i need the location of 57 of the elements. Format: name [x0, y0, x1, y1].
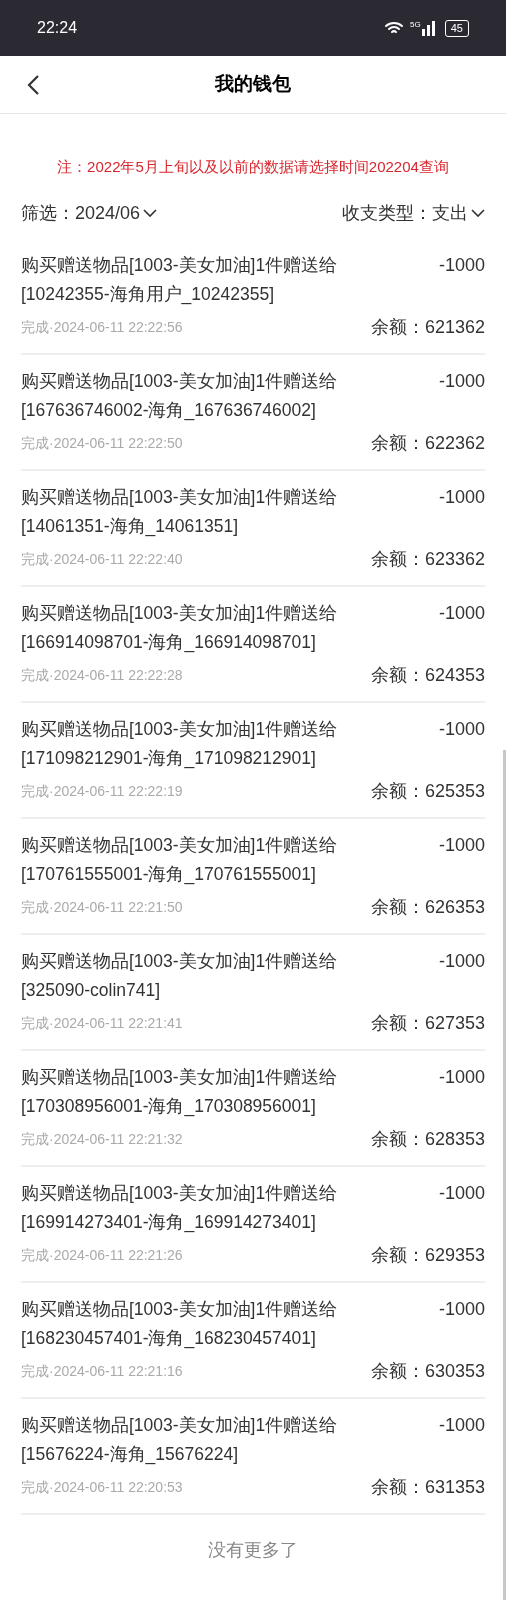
transaction-amount: -1000 — [438, 485, 485, 509]
notice-text: 注：2022年5月上旬以及以前的数据请选择时间202204查询 — [57, 157, 449, 177]
transaction-amount: -1000 — [438, 833, 485, 857]
balance-text: 余额：621362 — [370, 315, 485, 339]
transaction-description: 购买赠送物品[1003-美女加油]1件赠送给[168230457401-海角_168230457401] — [21, 1297, 339, 1351]
transaction-amount: -1000 — [438, 717, 485, 741]
transaction-description: 购买赠送物品[1003-美女加油]1件赠送给[171098212901-海角_171098212901] — [21, 717, 339, 771]
transaction-amount: -1000 — [438, 601, 485, 625]
signal-icon — [421, 20, 436, 36]
transaction-amount: -1000 — [438, 1297, 485, 1321]
transaction-amount: -1000 — [438, 1413, 485, 1437]
balance-text: 余额：626353 — [370, 895, 485, 919]
balance-text: 余额：627353 — [370, 1011, 485, 1035]
transaction-description: 购买赠送物品[1003-美女加油]1件赠送给[10242355-海角用户_10242355] — [21, 253, 339, 307]
transaction-time: 完成·2024-06-11 22:22:50 — [21, 433, 183, 453]
transaction-time: 完成·2024-06-11 22:21:16 — [21, 1361, 183, 1381]
balance-text: 余额：622362 — [370, 431, 485, 455]
transaction-description: 购买赠送物品[1003-美女加油]1件赠送给[15676224-海角_15676224] — [21, 1413, 339, 1467]
page-title: 我的钱包 — [215, 72, 291, 97]
transaction-amount: -1000 — [438, 369, 485, 393]
balance-text: 余额：628353 — [370, 1127, 485, 1151]
transaction-time: 完成·2024-06-11 22:22:56 — [21, 317, 183, 337]
wifi-icon — [384, 20, 405, 36]
transaction-description: 购买赠送物品[1003-美女加油]1件赠送给[170308956001-海角_170308956001] — [21, 1065, 339, 1119]
back-icon[interactable] — [26, 73, 40, 96]
transaction-description: 购买赠送物品[1003-美女加油]1件赠送给[167636746002-海角_167636746002] — [21, 369, 339, 423]
transaction-description: 购买赠送物品[1003-美女加油]1件赠送给[325090-colin741] — [21, 949, 339, 1002]
balance-text: 余额：623362 — [370, 547, 485, 571]
transaction-description: 购买赠送物品[1003-美女加油]1件赠送给[170761555001-海角_170761555001] — [21, 833, 339, 887]
battery-indicator: 45 — [444, 19, 469, 37]
chevron-down-icon — [143, 209, 158, 218]
end-of-list-text: 没有更多了 — [208, 1538, 298, 1562]
transaction-time: 完成·2024-06-11 22:22:28 — [21, 665, 183, 685]
balance-text: 余额：624353 — [370, 663, 485, 687]
transaction-amount: -1000 — [438, 1181, 485, 1205]
transaction-time: 完成·2024-06-11 22:22:19 — [21, 781, 183, 801]
balance-text: 余额：629353 — [370, 1243, 485, 1267]
balance-text: 余额：625353 — [370, 779, 485, 803]
transaction-time: 完成·2024-06-11 22:21:26 — [21, 1245, 183, 1265]
transaction-time: 完成·2024-06-11 22:20:53 — [21, 1477, 183, 1497]
transaction-time: 完成·2024-06-11 22:21:41 — [21, 1013, 183, 1033]
transaction-description: 购买赠送物品[1003-美女加油]1件赠送给[169914273401-海角_169914273401] — [21, 1181, 339, 1235]
filter-dropdown[interactable]: 筛选：2024/06 — [21, 200, 158, 227]
network-label: 5G — [410, 20, 421, 29]
status-time: 22:24 — [37, 18, 78, 38]
chevron-down-icon — [471, 209, 485, 218]
transaction-amount: -1000 — [438, 253, 485, 277]
transaction-description: 购买赠送物品[1003-美女加油]1件赠送给[14061351-海角_14061351] — [21, 485, 339, 539]
transaction-description: 购买赠送物品[1003-美女加油]1件赠送给[166914098701-海角_166914098701] — [21, 601, 339, 655]
balance-text: 余额：630353 — [370, 1359, 485, 1383]
transaction-time: 完成·2024-06-11 22:22:40 — [21, 549, 183, 569]
filter-dropdown[interactable]: 收支类型：支出 — [342, 200, 485, 227]
balance-text: 余额：631353 — [370, 1475, 485, 1499]
transaction-time: 完成·2024-06-11 22:21:50 — [21, 897, 183, 917]
transaction-amount: -1000 — [438, 949, 485, 973]
transaction-time: 完成·2024-06-11 22:21:32 — [21, 1129, 183, 1149]
transaction-amount: -1000 — [438, 1065, 485, 1089]
